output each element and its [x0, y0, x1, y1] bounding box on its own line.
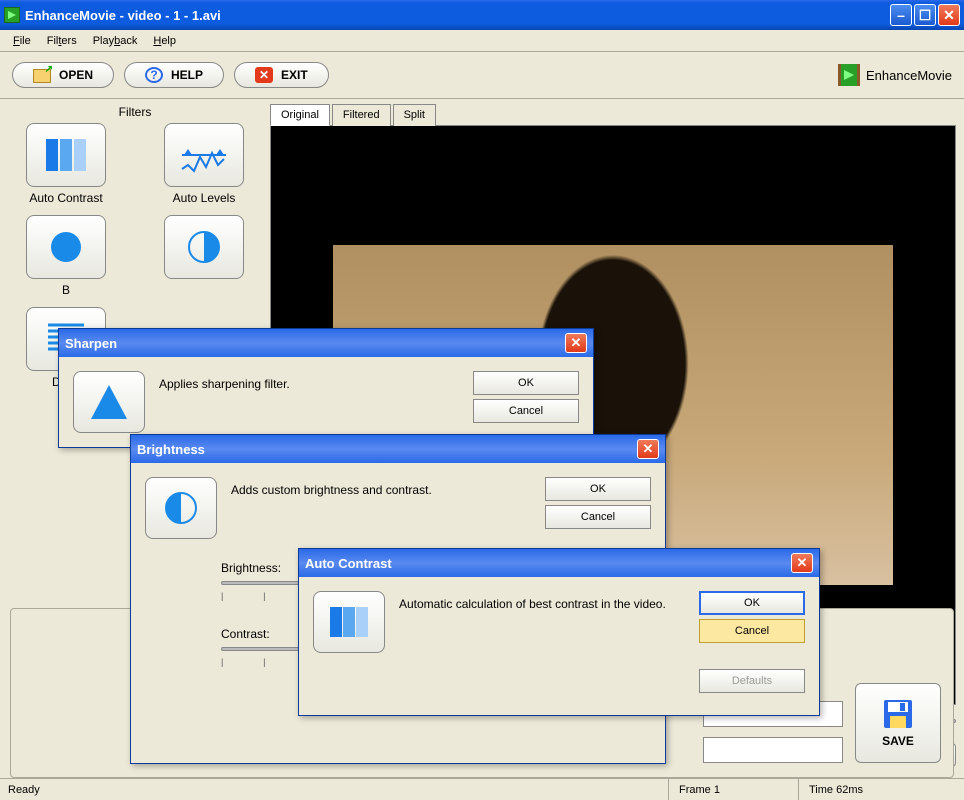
brand-icon: [838, 64, 860, 86]
tick: |: [263, 657, 265, 667]
half-circle-icon: [159, 489, 203, 527]
tab-original[interactable]: Original: [270, 104, 330, 126]
sharpen-cancel-button[interactable]: Cancel: [473, 399, 579, 423]
half-circle-icon: [180, 227, 228, 267]
dialog-autocontrast-title: Auto Contrast: [305, 556, 392, 571]
tab-filtered[interactable]: Filtered: [332, 104, 391, 126]
filter-brightness-button[interactable]: [26, 215, 106, 279]
filters-title: Filters: [12, 105, 258, 123]
sharpen-icon-box: [73, 371, 145, 433]
tick: |: [221, 591, 223, 601]
autocontrast-icon-box: [313, 591, 385, 653]
brightness-cancel-button[interactable]: Cancel: [545, 505, 651, 529]
status-time: Time 62ms: [798, 779, 958, 800]
filter-contrast-button[interactable]: [164, 215, 244, 279]
circle-icon: [42, 227, 90, 267]
title-bar: EnhanceMovie - video - 1 - 1.avi – ☐ ✕: [0, 0, 964, 30]
minimize-button[interactable]: –: [890, 4, 912, 26]
levels-icon: [180, 135, 228, 175]
dialog-autocontrast-titlebar[interactable]: Auto Contrast ✕: [299, 549, 819, 577]
sharpen-ok-button[interactable]: OK: [473, 371, 579, 395]
tick: |: [263, 591, 265, 601]
autocontrast-ok-button[interactable]: OK: [699, 591, 805, 615]
tick: |: [221, 657, 223, 667]
filter-auto-contrast-button[interactable]: [26, 123, 106, 187]
close-button[interactable]: ✕: [938, 4, 960, 26]
autocontrast-cancel-button[interactable]: Cancel: [699, 619, 805, 643]
folder-open-icon: [33, 67, 51, 83]
dialog-brightness-titlebar[interactable]: Brightness ✕: [131, 435, 665, 463]
filter-label: B: [62, 283, 70, 297]
tab-split[interactable]: Split: [393, 104, 436, 126]
dialog-sharpen-close[interactable]: ✕: [565, 333, 587, 353]
dialog-sharpen-titlebar[interactable]: Sharpen ✕: [59, 329, 593, 357]
status-frame: Frame 1: [668, 779, 798, 800]
save-button[interactable]: SAVE: [855, 683, 941, 763]
bars-icon: [327, 603, 371, 641]
bars-icon: [42, 135, 90, 175]
filter-auto-levels-button[interactable]: [164, 123, 244, 187]
menu-file[interactable]: File: [5, 33, 39, 49]
dialog-brightness-title: Brightness: [137, 442, 205, 457]
autocontrast-defaults-button: Defaults: [699, 669, 805, 693]
filter-label: Auto Levels: [173, 191, 236, 205]
brand-label: EnhanceMovie: [866, 68, 952, 83]
menu-filters[interactable]: Filters: [39, 33, 85, 49]
dialog-brightness-desc: Adds custom brightness and contrast.: [231, 477, 531, 539]
dialog-autocontrast-desc: Automatic calculation of best contrast i…: [399, 591, 685, 693]
view-tabs: Original Filtered Split: [270, 103, 956, 125]
maximize-button[interactable]: ☐: [914, 4, 936, 26]
brightness-icon-box: [145, 477, 217, 539]
menu-bar: File Filters Playback Help: [0, 30, 964, 52]
brightness-ok-button[interactable]: OK: [545, 477, 651, 501]
dialog-brightness-close[interactable]: ✕: [637, 439, 659, 459]
brand: EnhanceMovie: [838, 64, 952, 86]
dialog-sharpen-desc: Applies sharpening filter.: [159, 371, 459, 433]
open-button[interactable]: OPEN: [12, 62, 114, 88]
dialog-sharpen: Sharpen ✕ Applies sharpening filter. OK …: [58, 328, 594, 448]
triangle-icon: [87, 383, 131, 421]
help-icon: ?: [145, 67, 163, 83]
save-icon: [882, 698, 914, 730]
exit-label: EXIT: [281, 68, 308, 82]
exit-icon: ✕: [255, 67, 273, 83]
dialog-autocontrast: Auto Contrast ✕ Automatic calculation of…: [298, 548, 820, 716]
save-label: SAVE: [882, 734, 914, 748]
toolbar: OPEN ? HELP ✕ EXIT EnhanceMovie: [0, 52, 964, 99]
input-field-2[interactable]: [703, 737, 843, 763]
help-button[interactable]: ? HELP: [124, 62, 224, 88]
app-icon: [4, 7, 20, 23]
exit-button[interactable]: ✕ EXIT: [234, 62, 329, 88]
open-label: OPEN: [59, 68, 93, 82]
filter-label: Auto Contrast: [29, 191, 102, 205]
status-ready: Ready: [6, 779, 668, 800]
status-bar: Ready Frame 1 Time 62ms: [0, 778, 964, 800]
menu-playback[interactable]: Playback: [85, 33, 146, 49]
dialog-autocontrast-close[interactable]: ✕: [791, 553, 813, 573]
window-title: EnhanceMovie - video - 1 - 1.avi: [25, 8, 890, 23]
menu-help[interactable]: Help: [145, 33, 184, 49]
dialog-sharpen-title: Sharpen: [65, 336, 117, 351]
help-label: HELP: [171, 68, 203, 82]
